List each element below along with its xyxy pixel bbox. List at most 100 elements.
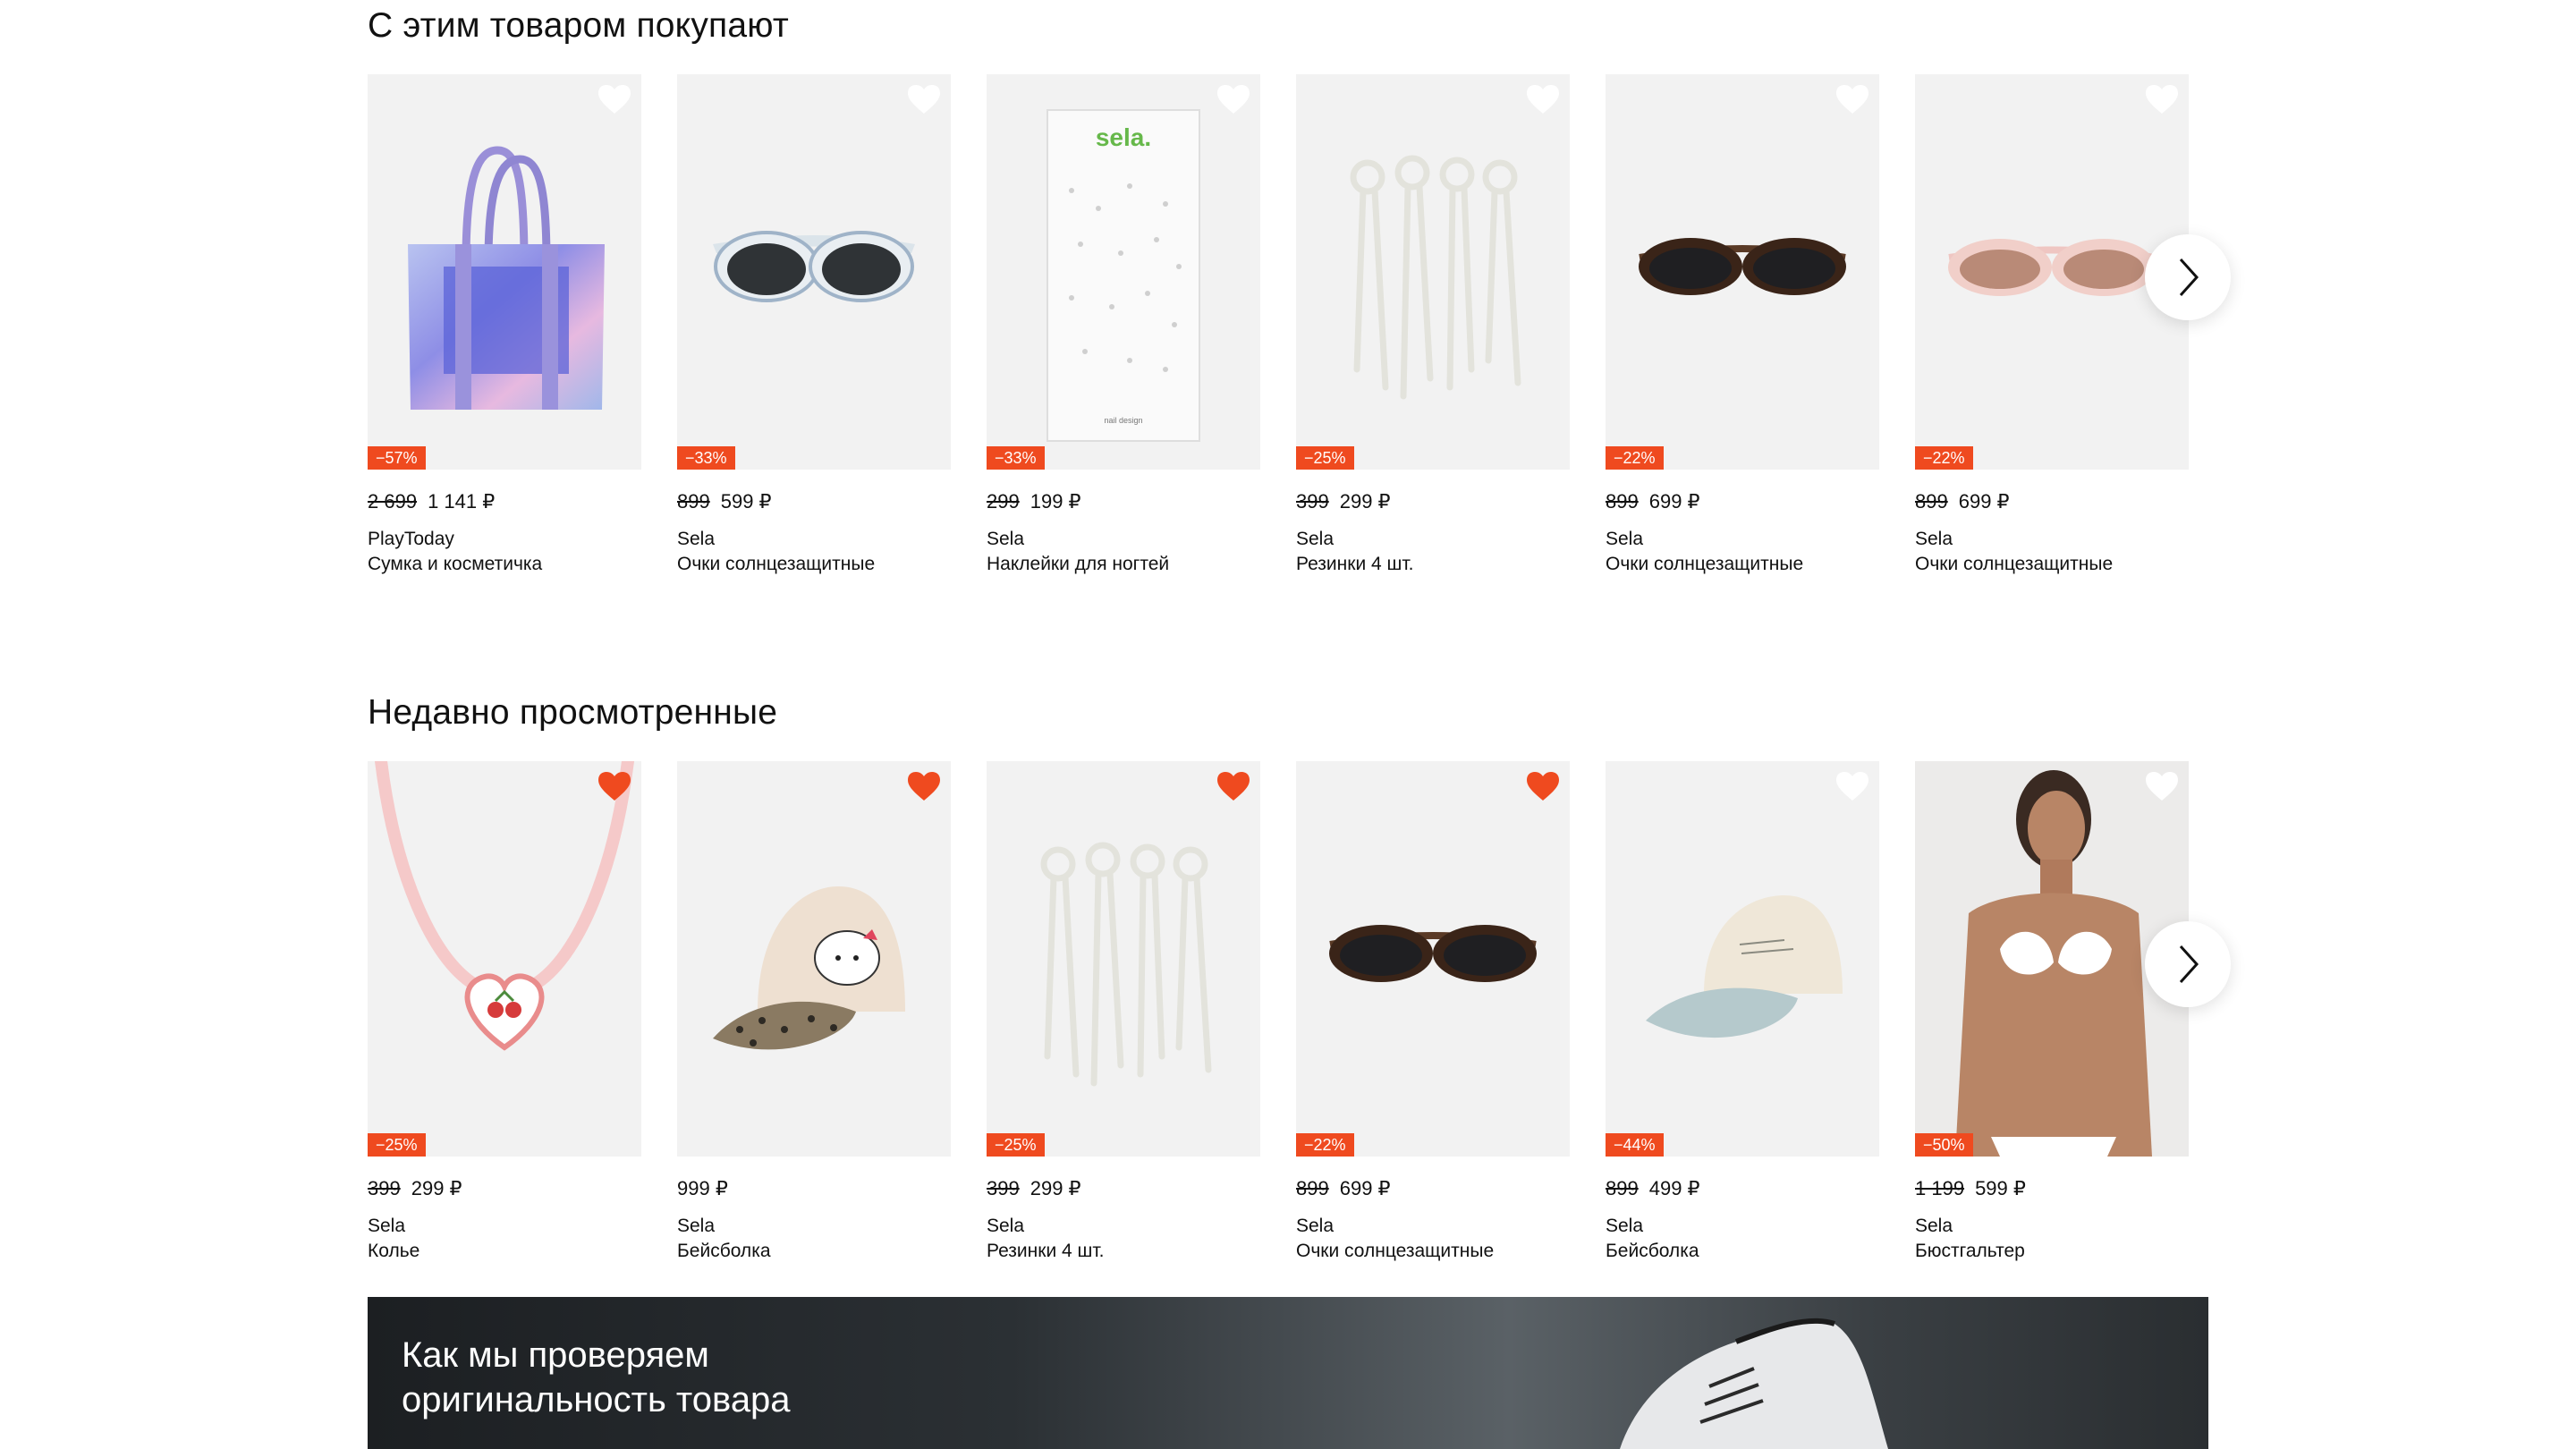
product-brand[interactable]: Sela	[368, 1214, 641, 1239]
product-image[interactable]: −25%	[1296, 74, 1570, 470]
product-brand[interactable]: Sela	[677, 527, 951, 552]
product-card[interactable]: −33% 899 599 ₽ Sela Очки солнцезащитные	[677, 74, 951, 577]
favorite-button[interactable]	[906, 770, 942, 802]
product-name[interactable]: Очки солнцезащитные	[1296, 1239, 1570, 1264]
product-image[interactable]: −25%	[987, 761, 1260, 1157]
banner-title-line2: оригинальность товара	[402, 1380, 791, 1419]
discount-badge: −25%	[987, 1133, 1045, 1157]
product-image[interactable]: −22%	[1606, 74, 1879, 470]
product-card[interactable]: −22% 899 699 ₽ Sela Очки солнцезащитные	[1296, 761, 1570, 1264]
favorite-button[interactable]	[597, 770, 632, 802]
product-brand[interactable]: Sela	[987, 527, 1260, 552]
price-block: 299 199 ₽	[987, 489, 1260, 514]
current-price: 199 ₽	[1030, 490, 1081, 513]
discount-badge: −22%	[1915, 446, 1973, 470]
discount-badge: −33%	[677, 446, 735, 470]
product-name[interactable]: Бейсболка	[1606, 1239, 1879, 1264]
product-image[interactable]: −22%	[1296, 761, 1570, 1157]
banner-title-line1: Как мы проверяем	[402, 1335, 709, 1375]
old-price: 399	[368, 1177, 401, 1199]
product-brand[interactable]: Sela	[1915, 1214, 2189, 1239]
product-name[interactable]: Наклейки для ногтей	[987, 552, 1260, 577]
product-name[interactable]: Бейсболка	[677, 1239, 951, 1264]
product-card[interactable]: −57% 2 699 1 141 ₽ PlayToday Сумка и косм…	[368, 74, 641, 577]
current-price: 299 ₽	[1030, 1177, 1081, 1199]
discount-badge: −44%	[1606, 1133, 1664, 1157]
product-name[interactable]: Очки солнцезащитные	[1915, 552, 2189, 577]
product-card[interactable]: −25% 399 299 ₽ Sela Резинки 4 шт.	[1296, 74, 1570, 577]
carousel-next-button[interactable]	[2145, 234, 2231, 320]
product-name[interactable]: Колье	[368, 1239, 641, 1264]
price-block: 2 699 1 141 ₽	[368, 489, 641, 514]
necklace-image	[375, 761, 634, 1051]
product-card[interactable]: −25% 399 299 ₽ Sela Колье	[368, 761, 641, 1264]
product-card[interactable]: −22% 899 699 ₽ Sela Очки солнцезащитные	[1606, 74, 1879, 577]
old-price: 899	[1606, 1177, 1639, 1199]
current-price: 999 ₽	[677, 1177, 728, 1199]
discount-badge: −33%	[987, 446, 1045, 470]
product-brand[interactable]: Sela	[1296, 527, 1570, 552]
favorite-button[interactable]	[906, 83, 942, 115]
favorite-button[interactable]	[597, 83, 632, 115]
chevron-right-icon	[2179, 258, 2199, 297]
product-name[interactable]: Резинки 4 шт.	[1296, 552, 1570, 577]
product-image[interactable]: −57%	[368, 74, 641, 470]
heart-icon	[1527, 85, 1559, 114]
favorite-button[interactable]	[1835, 770, 1870, 802]
authenticity-banner[interactable]: Как мы проверяем оригинальность товара	[368, 1297, 2208, 1449]
hello-kitty-cap-image	[713, 886, 905, 1050]
favorite-button[interactable]	[2144, 770, 2180, 802]
product-name[interactable]: Сумка и косметичка	[368, 552, 641, 577]
old-price: 399	[987, 1177, 1020, 1199]
product-brand[interactable]: Sela	[1296, 1214, 1570, 1239]
product-card[interactable]: sela. nail design −33% 299 199 ₽ Sela Нак…	[987, 74, 1260, 577]
current-price: 699 ₽	[1648, 490, 1700, 513]
product-name[interactable]: Бюстгальтер	[1915, 1239, 2189, 1264]
old-price: 399	[1296, 490, 1329, 513]
package-logo: sela.	[1096, 123, 1151, 151]
product-image[interactable]: −33%	[677, 74, 951, 470]
current-price: 299 ₽	[1339, 490, 1391, 513]
product-card[interactable]: −25% 399 299 ₽ Sela Резинки 4 шт.	[987, 761, 1260, 1264]
product-name[interactable]: Резинки 4 шт.	[987, 1239, 1260, 1264]
discount-badge: −25%	[1296, 446, 1354, 470]
heart-icon	[1217, 772, 1250, 801]
current-price: 1 141 ₽	[428, 490, 496, 513]
product-card[interactable]: 999 ₽ Sela Бейсболка	[677, 761, 951, 1264]
price-block: 899 499 ₽	[1606, 1176, 1879, 1201]
product-image[interactable]: −44%	[1606, 761, 1879, 1157]
favorite-button[interactable]	[1835, 83, 1870, 115]
favorite-button[interactable]	[1525, 770, 1561, 802]
product-name[interactable]: Очки солнцезащитные	[677, 552, 951, 577]
tortoise-sunglasses-image	[1329, 925, 1537, 982]
price-block: 399 299 ₽	[987, 1176, 1260, 1201]
product-brand[interactable]: Sela	[677, 1214, 951, 1239]
product-card[interactable]: −50% 1 199 599 ₽ Sela Бюстгальтер	[1915, 761, 2189, 1264]
product-card[interactable]: −44% 899 499 ₽ Sela Бейсболка	[1606, 761, 1879, 1264]
favorite-button[interactable]	[2144, 83, 2180, 115]
section-title-bought-together: С этим товаром покупают	[368, 6, 789, 45]
product-row-recently-viewed: −25% 399 299 ₽ Sela Колье 999 ₽ Sela Бей…	[368, 761, 2210, 1298]
carousel-next-button[interactable]	[2145, 921, 2231, 1007]
favorite-button[interactable]	[1216, 83, 1251, 115]
heart-icon	[2146, 772, 2178, 801]
product-brand[interactable]: Sela	[1606, 1214, 1879, 1239]
product-brand[interactable]: PlayToday	[368, 527, 641, 552]
product-brand[interactable]: Sela	[1915, 527, 2189, 552]
product-image[interactable]: sela. nail design −33%	[987, 74, 1260, 470]
current-price: 299 ₽	[411, 1177, 462, 1199]
favorite-button[interactable]	[1525, 83, 1561, 115]
package-caption: nail design	[1104, 416, 1142, 425]
product-image[interactable]: −25%	[368, 761, 641, 1157]
product-image[interactable]	[677, 761, 951, 1157]
bag-image	[408, 146, 605, 410]
old-price: 899	[1606, 490, 1639, 513]
product-name[interactable]: Очки солнцезащитные	[1606, 552, 1879, 577]
product-brand[interactable]: Sela	[987, 1214, 1260, 1239]
favorite-button[interactable]	[1216, 770, 1251, 802]
product-brand[interactable]: Sela	[1606, 527, 1879, 552]
old-price: 899	[1296, 1177, 1329, 1199]
product-card[interactable]: −22% 899 699 ₽ Sela Очки солнцезащитные	[1915, 74, 2189, 577]
current-price: 699 ₽	[1958, 490, 2010, 513]
old-price: 2 699	[368, 490, 418, 513]
